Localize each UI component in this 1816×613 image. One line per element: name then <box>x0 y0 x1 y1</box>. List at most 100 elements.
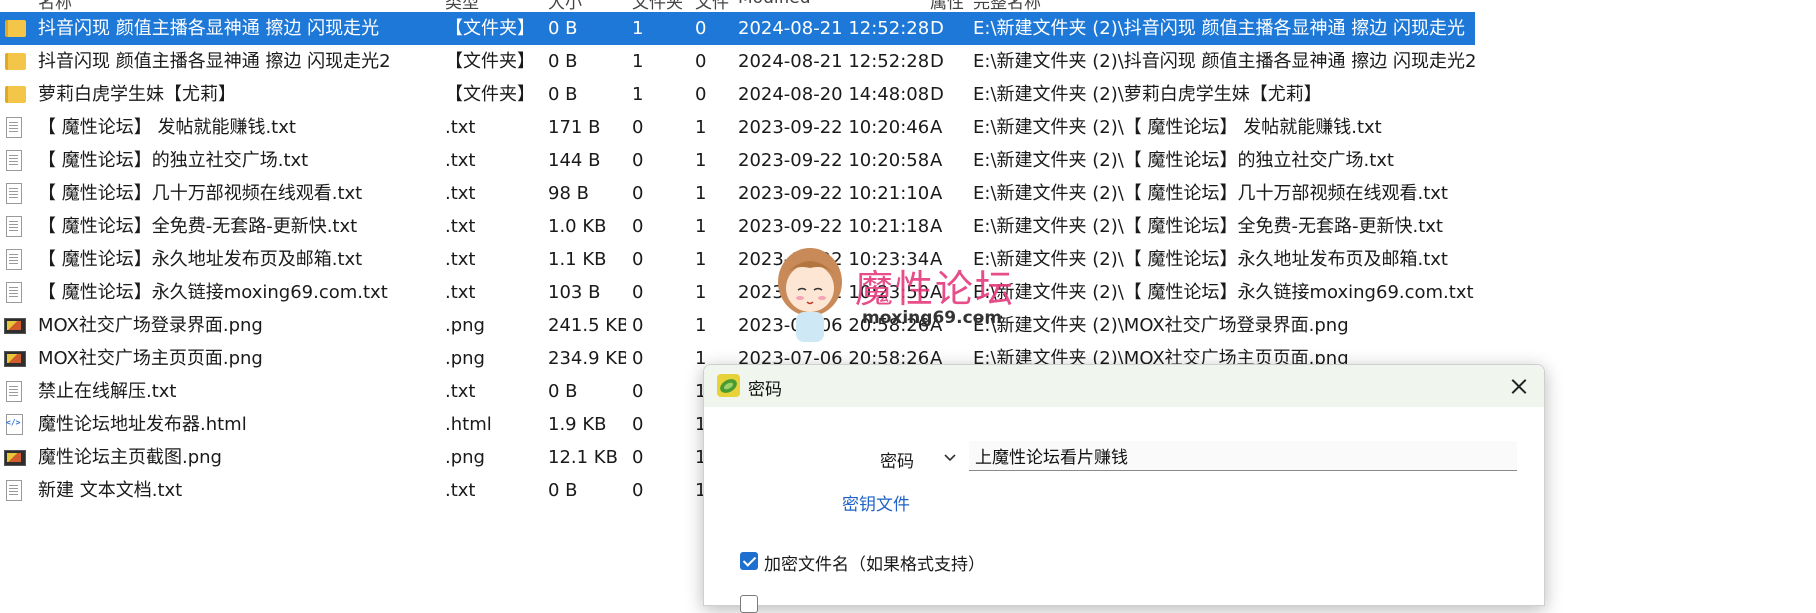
close-icon[interactable] <box>1502 369 1536 403</box>
folder-count: 0 <box>632 282 644 303</box>
html-file-icon <box>4 413 24 435</box>
file-name: MOX社交广场登录界面.png <box>38 315 263 336</box>
file-row[interactable]: 【 魔性论坛】永久链接moxing69.com.txt .txt 103 B 0 1 20… <box>0 276 1500 309</box>
file-type: .png <box>445 315 485 336</box>
text-file-icon <box>4 380 24 402</box>
full-path: E:\新建文件夹 (2)\萝莉白虎学生妹【尤莉】 <box>973 84 1322 105</box>
file-row[interactable]: 【 魔性论坛】全免费-无套路-更新快.txt .txt 1.0 KB 0 1 2023-0… <box>0 210 1500 243</box>
file-row[interactable]: 【 魔性论坛】永久地址发布页及邮箱.txt .txt 1.1 KB 0 1 2023-09… <box>0 243 1500 276</box>
file-count: 0 <box>695 51 707 72</box>
full-path: E:\新建文件夹 (2)\【 魔性论坛】永久地址发布页及邮箱.txt <box>973 249 1448 270</box>
folder-count: 1 <box>632 84 644 105</box>
text-file-icon <box>4 182 24 204</box>
icon-cell <box>4 441 26 474</box>
folder-count: 0 <box>632 183 644 204</box>
full-path: E:\新建文件夹 (2)\【 魔性论坛】几十万部视频在线观看.txt <box>973 183 1448 204</box>
icon-cell <box>4 144 26 177</box>
file-row[interactable]: 萝莉白虎学生妹【尤莉】 【文件夹】 0 B 1 0 2024-08-20 14:48:08… <box>0 78 1500 111</box>
full-path: E:\新建文件夹 (2)\【 魔性论坛】的独立社交广场.txt <box>973 150 1394 171</box>
chevron-down-icon[interactable] <box>942 449 958 465</box>
file-count: 1 <box>695 249 707 270</box>
file-type: 【文件夹】 <box>445 51 535 72</box>
icon-cell <box>4 78 26 111</box>
full-path: E:\新建文件夹 (2)\【 魔性论坛】永久链接moxing69.com.txt <box>973 282 1474 303</box>
folder-count: 0 <box>632 117 644 138</box>
folder-icon <box>4 83 26 105</box>
password-input[interactable] <box>969 441 1517 471</box>
file-size: 0 B <box>548 84 578 105</box>
file-count: 0 <box>695 18 707 39</box>
file-type: .txt <box>445 249 476 270</box>
icon-cell <box>4 342 26 375</box>
text-file-icon <box>4 248 24 270</box>
file-type: .html <box>445 414 492 435</box>
full-path: E:\新建文件夹 (2)\MOX社交广场登录界面.png <box>973 315 1349 336</box>
image-file-icon <box>4 314 26 336</box>
file-attributes: D <box>930 51 944 72</box>
file-row[interactable]: 【 魔性论坛】几十万部视频在线观看.txt .txt 98 B 0 1 2023-09-2… <box>0 177 1500 210</box>
full-path: E:\新建文件夹 (2)\【 魔性论坛】 发帖就能赚钱.txt <box>973 117 1382 138</box>
file-name: 【 魔性论坛】永久地址发布页及邮箱.txt <box>38 249 363 270</box>
file-size: 0 B <box>548 51 578 72</box>
file-size: 12.1 KB <box>548 447 618 468</box>
file-type: .txt <box>445 183 476 204</box>
file-name: 禁止在线解压.txt <box>38 381 177 402</box>
column-header-modified[interactable]: Modified <box>738 0 811 8</box>
folder-count: 0 <box>632 150 644 171</box>
file-count: 1 <box>695 183 707 204</box>
file-name: 魔性论坛主页截图.png <box>38 447 222 468</box>
file-count: 1 <box>695 150 707 171</box>
file-attributes: D <box>930 18 944 39</box>
app-icon <box>717 374 740 397</box>
full-path: E:\新建文件夹 (2)\【 魔性论坛】全免费-无套路-更新快.txt <box>973 216 1443 237</box>
file-size: 144 B <box>548 150 601 171</box>
file-name: 魔性论坛地址发布器.html <box>38 414 247 435</box>
icon-cell <box>4 210 26 243</box>
file-size: 241.5 KB <box>548 315 626 336</box>
file-count: 1 <box>695 282 707 303</box>
file-attributes: D <box>930 84 944 105</box>
file-type: .txt <box>445 282 476 303</box>
folder-count: 0 <box>632 216 644 237</box>
file-attributes: A <box>930 216 943 237</box>
file-type: .txt <box>445 216 476 237</box>
icon-cell <box>4 45 26 78</box>
keyfile-link[interactable]: 密钥文件 <box>842 490 910 515</box>
folder-count: 0 <box>632 381 644 402</box>
folder-icon <box>4 50 26 72</box>
file-row[interactable]: 【 魔性论坛】的独立社交广场.txt .txt 144 B 0 1 2023-09-22 … <box>0 144 1500 177</box>
password-label: 密码 <box>880 452 914 472</box>
file-name: 萝莉白虎学生妹【尤莉】 <box>38 84 236 105</box>
file-size: 0 B <box>548 381 578 402</box>
icon-cell <box>4 309 26 342</box>
folder-count: 1 <box>632 51 644 72</box>
full-path: E:\新建文件夹 (2)\抖音闪现 颜值主播各显神通 擦边 闪现走光2 <box>973 51 1477 72</box>
file-type: 【文件夹】 <box>445 18 535 39</box>
encrypt-filenames-checkbox[interactable] <box>740 552 758 570</box>
folder-count: 0 <box>632 249 644 270</box>
file-name: 【 魔性论坛】的独立社交广场.txt <box>38 150 309 171</box>
file-name: 【 魔性论坛】几十万部视频在线观看.txt <box>38 183 363 204</box>
icon-cell <box>4 243 26 276</box>
encrypt-filenames-label: 加密文件名（如果格式支持） <box>764 555 985 575</box>
file-count: 1 <box>695 216 707 237</box>
file-row[interactable]: 抖音闪现 颜值主播各显神通 擦边 闪现走光 【文件夹】 0 B 1 0 2024-08-2… <box>0 12 1475 45</box>
file-name: 【 魔性论坛】全免费-无套路-更新快.txt <box>38 216 358 237</box>
folder-count: 0 <box>632 447 644 468</box>
password-dialog: 密码 密码 密钥文件 加密文件名（如果格式支持） <box>703 364 1545 613</box>
folder-icon <box>4 17 26 39</box>
option-checkbox[interactable] <box>740 595 758 613</box>
file-row[interactable]: 抖音闪现 颜值主播各显神通 擦边 闪现走光2 【文件夹】 0 B 1 0 2024-08-… <box>0 45 1500 78</box>
file-name: 新建 文本文档.txt <box>38 480 183 501</box>
file-type: .txt <box>445 480 476 501</box>
file-size: 0 B <box>548 18 578 39</box>
file-size: 234.9 KB <box>548 348 626 369</box>
file-row[interactable]: 【 魔性论坛】 发帖就能赚钱.txt .txt 171 B 0 1 2023-09-22 … <box>0 111 1500 144</box>
file-row[interactable]: MOX社交广场登录界面.png .png 241.5 KB 0 1 2023-07-06 … <box>0 309 1500 342</box>
icon-cell <box>4 177 26 210</box>
file-name: MOX社交广场主页页面.png <box>38 348 263 369</box>
full-path: E:\新建文件夹 (2)\抖音闪现 颜值主播各显神通 擦边 闪现走光 <box>973 18 1465 39</box>
file-type: .txt <box>445 117 476 138</box>
dialog-titlebar[interactable]: 密码 <box>704 365 1544 407</box>
file-count: 0 <box>695 84 707 105</box>
